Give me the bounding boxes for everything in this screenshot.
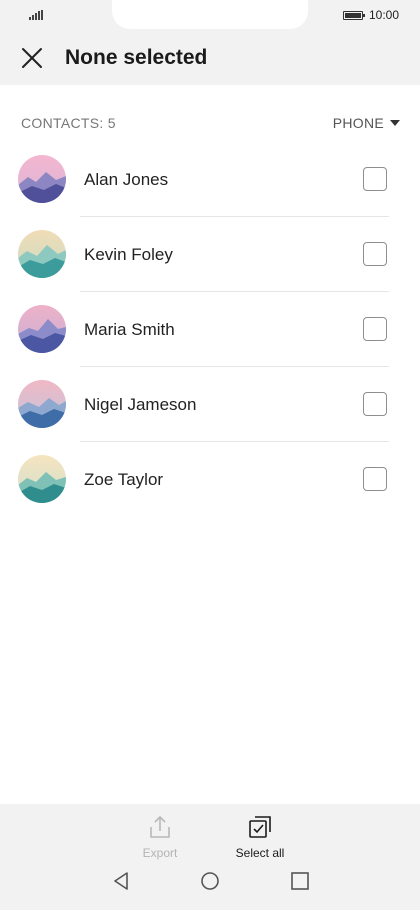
display-notch [112, 0, 308, 29]
export-button[interactable]: Export [120, 812, 200, 868]
contact-row[interactable]: Zoe Taylor [0, 442, 420, 517]
contact-name: Maria Smith [84, 320, 175, 339]
status-bar: 10:00 [0, 0, 420, 30]
contact-row[interactable]: Maria Smith [0, 292, 420, 367]
export-label: Export [142, 846, 178, 860]
contact-avatar [18, 455, 66, 503]
account-filter-label: PHONE [332, 115, 384, 131]
status-time: 10:00 [369, 8, 400, 22]
account-filter-dropdown[interactable]: PHONE [333, 113, 400, 133]
select-all-label: Select all [235, 846, 285, 860]
signal-icon [29, 10, 43, 20]
select-all-button[interactable]: Select all [220, 812, 300, 868]
page-title: None selected [65, 46, 208, 69]
contact-avatar [18, 305, 66, 353]
contacts-list-header: CONTACTS: 5 PHONE [0, 108, 420, 138]
back-icon[interactable] [110, 870, 132, 897]
contacts-count: CONTACTS: 5 [21, 115, 116, 131]
contacts-list: Alan Jones Kevin Foley Maria Smith Nigel… [0, 142, 420, 517]
contact-avatar [18, 155, 66, 203]
contact-checkbox[interactable] [363, 317, 387, 341]
export-icon [147, 814, 173, 840]
contact-row[interactable]: Nigel Jameson [0, 367, 420, 442]
contact-checkbox[interactable] [363, 242, 387, 266]
caret-down-icon [390, 120, 400, 126]
contact-name: Nigel Jameson [84, 395, 197, 414]
contact-row[interactable]: Kevin Foley [0, 217, 420, 292]
contact-checkbox[interactable] [363, 392, 387, 416]
contact-avatar [18, 380, 66, 428]
recent-apps-icon[interactable] [289, 870, 311, 897]
select-all-icon [247, 814, 273, 840]
contact-checkbox[interactable] [363, 167, 387, 191]
contact-name: Kevin Foley [84, 245, 173, 264]
contact-name: Zoe Taylor [84, 470, 164, 489]
contact-checkbox[interactable] [363, 467, 387, 491]
contact-name: Alan Jones [84, 170, 169, 189]
contact-avatar [18, 230, 66, 278]
home-icon[interactable] [199, 870, 221, 897]
contact-row[interactable]: Alan Jones [0, 142, 420, 217]
close-icon[interactable] [18, 44, 46, 72]
battery-icon [343, 11, 365, 20]
selection-header: None selected [0, 30, 420, 85]
